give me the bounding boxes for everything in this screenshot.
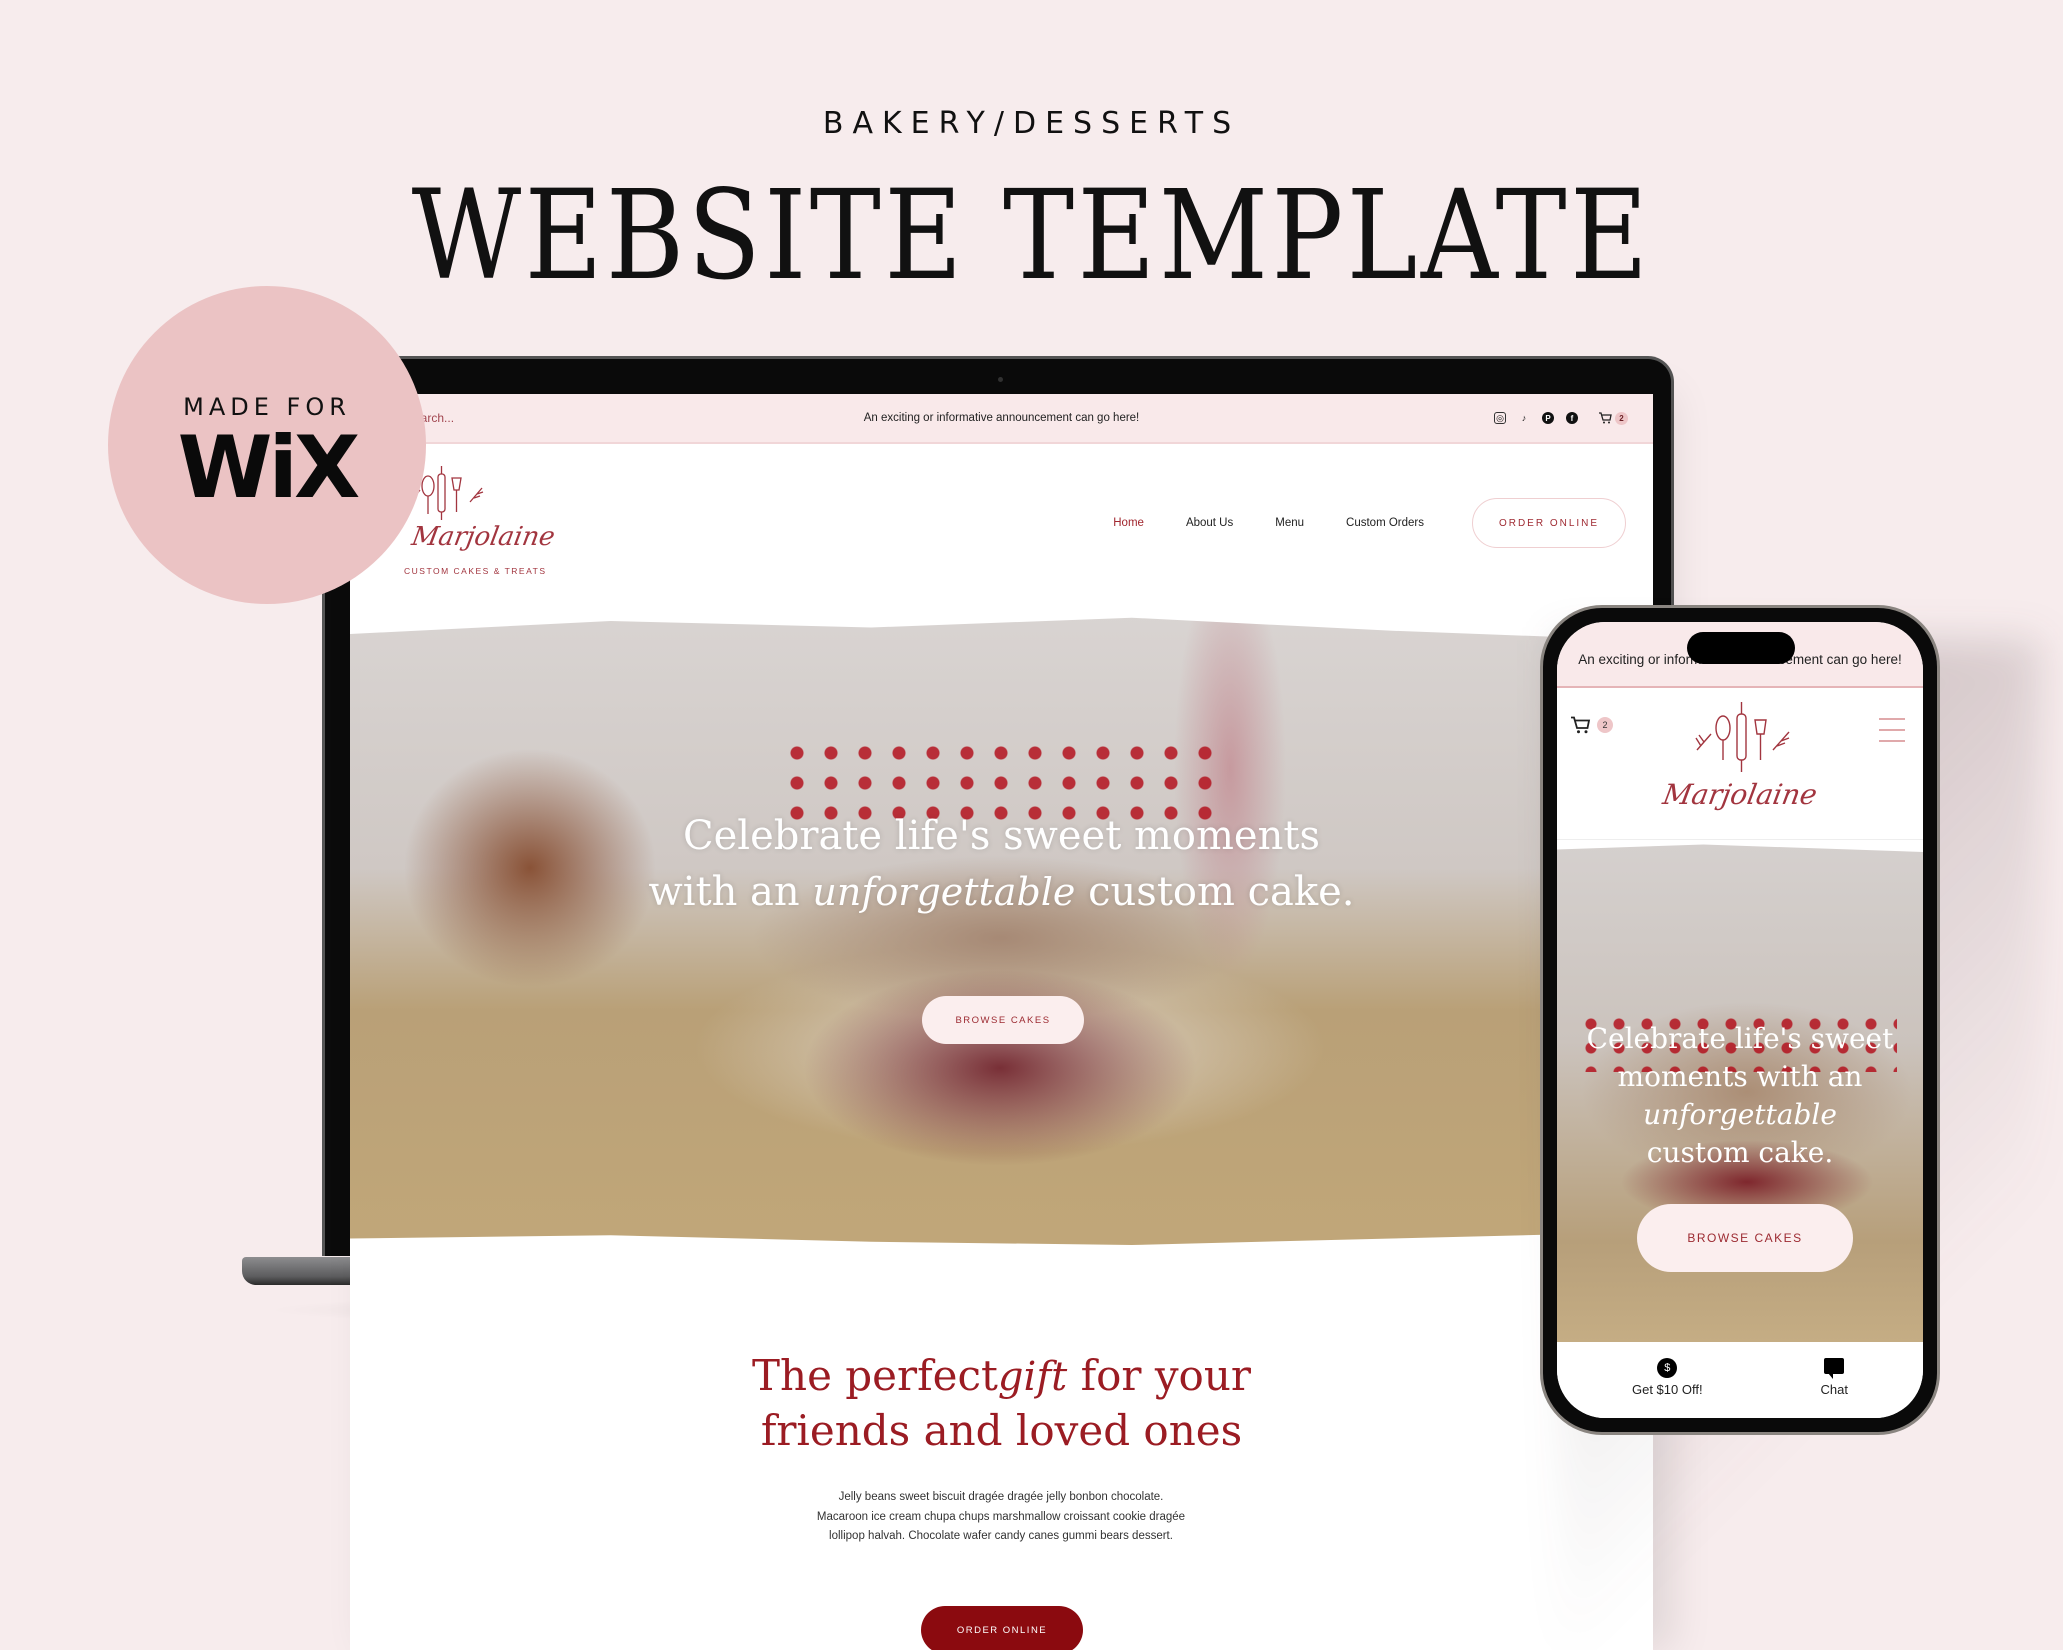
mobile-cart-button[interactable]: 2 — [1569, 716, 1613, 734]
announcement-bar: Search... An exciting or informative ann… — [350, 394, 1653, 444]
mobile-hero: Celebrate life's sweet moments with an u… — [1557, 844, 1923, 1342]
get-discount-label: Get $10 Off! — [1631, 1381, 1703, 1397]
nav-menu[interactable]: Menu — [1275, 517, 1304, 529]
social-links: ◎ ♪ P f 2 — [1494, 411, 1628, 425]
mobile-brand-name: Marjolaine — [1660, 778, 1820, 811]
gift-section-title: The perfectgift for your friends and lov… — [350, 1349, 1653, 1458]
mobile-hero-title: Celebrate life's sweet moments with an u… — [1557, 1020, 1923, 1172]
cart-button[interactable]: 2 — [1598, 411, 1628, 425]
brand-name: Marjolaine — [409, 522, 558, 552]
chat-icon — [1824, 1357, 1845, 1379]
gift-title-pre: The perfect — [752, 1351, 998, 1400]
main-nav: Home About Us Menu Custom Orders ORDER O… — [1113, 498, 1626, 548]
cart-icon — [1599, 412, 1612, 424]
nav-home[interactable]: Home — [1113, 517, 1144, 529]
dollar-icon: $ — [1657, 1357, 1678, 1378]
hero-line-2-post: custom cake. — [1088, 869, 1355, 915]
instagram-icon[interactable]: ◎ — [1494, 412, 1506, 424]
chat-button[interactable]: Chat — [1820, 1357, 1849, 1397]
brand-tagline: CUSTOM CAKES & TREATS — [404, 566, 547, 576]
hero-line-2: with an unforgettable custom cake. — [350, 864, 1653, 920]
gift-title-line-1: The perfectgift for your — [350, 1349, 1653, 1404]
gift-title-line-2: friends and loved ones — [760, 1406, 1243, 1455]
announcement-text: An exciting or informative announcement … — [863, 412, 1140, 424]
pinterest-icon[interactable]: P — [1542, 412, 1554, 424]
gift-section-body: Jelly beans sweet biscuit dragée dragée … — [816, 1491, 1186, 1542]
mobile-hero-line-2: moments with an — [1617, 1060, 1863, 1093]
hamburger-menu-icon[interactable] — [1879, 718, 1905, 751]
hero-title: Celebrate life's sweet moments with an u… — [350, 808, 1653, 920]
hero-script-word: unforgettable — [812, 870, 1076, 914]
made-for-wix-badge: MADE FOR WiX — [108, 286, 426, 604]
mobile-browse-cakes-button[interactable]: BROWSE CAKES — [1637, 1204, 1853, 1272]
tiktok-icon[interactable]: ♪ — [1518, 412, 1530, 424]
desktop-website: Search... An exciting or informative ann… — [350, 394, 1653, 1650]
site-header: Marjolaine CUSTOM CAKES & TREATS Home Ab… — [350, 444, 1653, 604]
dynamic-island — [1687, 632, 1795, 664]
order-online-cta[interactable]: ORDER ONLINE — [921, 1606, 1083, 1650]
hero-banner: Celebrate life's sweet moments with an u… — [350, 617, 1653, 1245]
facebook-icon[interactable]: f — [1566, 412, 1578, 424]
page-headline: WEBSITE TEMPLATE — [411, 164, 1652, 308]
wix-logo: WiX — [177, 418, 361, 518]
mobile-website: An exciting or informative announcement … — [1557, 622, 1923, 1418]
chat-label: Chat — [1820, 1381, 1849, 1397]
cart-count-badge: 2 — [1615, 411, 1628, 425]
get-discount-button[interactable]: $ Get $10 Off! — [1631, 1357, 1703, 1397]
gift-title-post: for your — [1080, 1351, 1251, 1400]
cart-icon — [1571, 716, 1591, 734]
nav-custom-orders[interactable]: Custom Orders — [1346, 517, 1424, 529]
hero-line-1: Celebrate life's sweet moments — [683, 813, 1320, 859]
gift-script-word: gift — [997, 1354, 1068, 1400]
laptop-camera — [998, 377, 1003, 382]
mobile-hero-line-4: custom cake. — [1646, 1136, 1834, 1169]
browse-cakes-button[interactable]: BROWSE CAKES — [922, 996, 1084, 1044]
made-for-label: MADE FOR — [183, 393, 351, 421]
mobile-action-bar: $ Get $10 Off! Chat — [1557, 1342, 1923, 1418]
mobile-hero-line-1: Celebrate life's sweet — [1586, 1022, 1894, 1055]
mobile-header: 2 Marjolaine — [1557, 688, 1923, 840]
order-online-button[interactable]: ORDER ONLINE — [1472, 498, 1626, 548]
baking-tools-icon — [1695, 702, 1790, 772]
hero-line-2-pre: with an — [648, 869, 800, 915]
phone-frame: An exciting or informative announcement … — [1540, 605, 1940, 1435]
mobile-cart-count: 2 — [1597, 717, 1613, 733]
category-eyebrow: BAKERY/DESSERTS — [822, 106, 1241, 141]
mobile-hero-script-word: unforgettable — [1643, 1098, 1837, 1131]
nav-about-us[interactable]: About Us — [1186, 517, 1233, 529]
